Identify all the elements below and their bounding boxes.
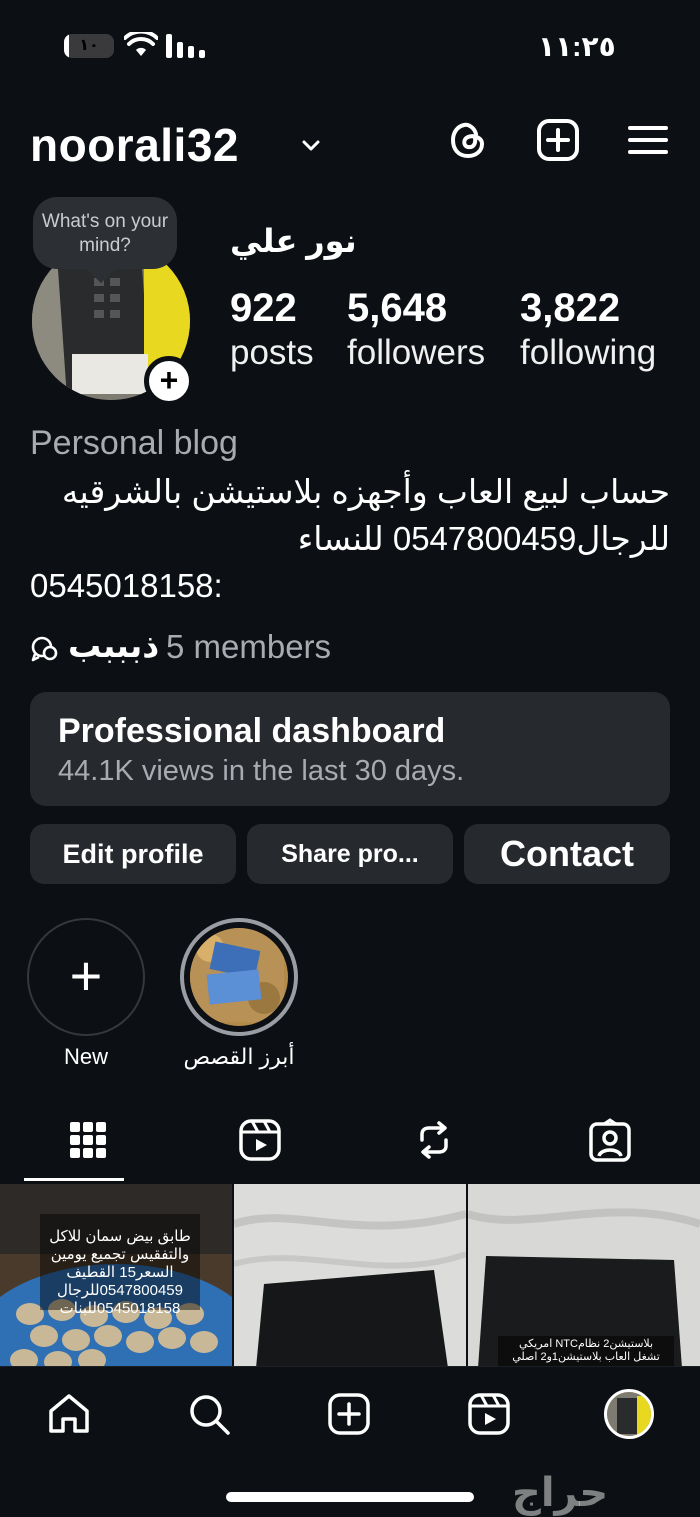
stat-following[interactable]: 3,822 following	[520, 286, 656, 376]
post-thumbnail[interactable]: بلاستيشن2 نظامNTC امريكي تشغل العاب بلاس…	[468, 1184, 700, 1368]
reels-icon[interactable]	[466, 1391, 512, 1437]
post-caption-overlay: بلاستيشن2 نظامNTC امريكي تشغل العاب بلاس…	[498, 1338, 674, 1364]
channel-chat-icon	[31, 636, 58, 662]
highlight-label: أبرز القصص	[183, 1044, 295, 1069]
active-tab-indicator	[24, 1178, 124, 1181]
display-name: نور علي	[230, 223, 357, 259]
overlay-line: بلاستيشن2 نظامNTC امريكي	[518, 1338, 654, 1350]
home-icon[interactable]	[46, 1391, 92, 1437]
stat-value: 3,822	[520, 286, 621, 330]
channel-name: ذبببب	[68, 627, 160, 664]
stat-followers[interactable]: 5,648 followers	[347, 286, 485, 376]
profile-tabs	[0, 1112, 700, 1184]
add-story-button[interactable]: +	[144, 356, 194, 406]
wifi-icon	[124, 32, 158, 56]
grid-icon[interactable]	[66, 1118, 110, 1162]
profile-tab-avatar[interactable]	[604, 1389, 654, 1439]
menu-icon[interactable]	[626, 118, 670, 162]
bio-line: 0545018158:	[30, 567, 223, 604]
overlay-line: تشغل العاب بلاستيشن1و2 اصلي	[512, 1351, 660, 1363]
reposts-icon[interactable]	[412, 1118, 456, 1162]
highlight-label: New	[63, 1044, 108, 1069]
stat-label: following	[520, 333, 657, 372]
overlay-line: طابق بيض سمان للاكل	[49, 1228, 191, 1245]
overlay-line: والتفقيس تجميع يومين	[50, 1246, 190, 1263]
tagged-icon[interactable]	[588, 1118, 632, 1162]
clock: ١١:٢٥	[538, 31, 616, 62]
status-bar: ١٠ ١١:٢٥	[0, 0, 700, 92]
watermark-logo: حراج	[512, 1471, 609, 1515]
stat-posts[interactable]: 922 posts	[230, 286, 314, 376]
bio-line: للرجال0547800459 للنساء	[297, 520, 670, 557]
signal-icon	[166, 34, 205, 58]
dashboard-subtitle: 44.1K views in the last 30 days.	[58, 755, 465, 787]
avatar-photo	[607, 1392, 651, 1436]
stat-value: 922	[230, 286, 297, 330]
bio-line: حساب لبيع العاب وأجهزه بلاستيشن بالشرقيه	[61, 473, 670, 510]
home-indicator[interactable]	[226, 1492, 474, 1502]
create-icon[interactable]	[326, 1391, 372, 1437]
profile-header: noorali32	[30, 112, 670, 176]
overlay-line: السعر15 القطيف	[66, 1264, 174, 1281]
new-highlight-button[interactable]: +	[27, 918, 145, 1036]
username[interactable]: noorali32	[30, 118, 239, 172]
dashboard-title: Professional dashboard	[58, 712, 446, 750]
threads-icon[interactable]	[446, 118, 490, 162]
highlight-image	[190, 928, 284, 1022]
post-thumbnail[interactable]: طابق بيض سمان للاكل والتفقيس تجميع يومين…	[0, 1184, 232, 1368]
bio: حساب لبيع العاب وأجهزه بلاستيشن بالشرقيه…	[30, 468, 670, 609]
battery-icon: ١٠	[64, 34, 114, 58]
post-thumbnail[interactable]	[234, 1184, 466, 1368]
overlay-line: 0547800459للرجال	[57, 1282, 183, 1299]
plus-icon: +	[159, 362, 179, 398]
edit-profile-button[interactable]: Edit profile	[30, 824, 236, 884]
chevron-down-icon[interactable]	[300, 134, 322, 156]
search-icon[interactable]	[186, 1391, 232, 1437]
stat-label: followers	[347, 333, 486, 372]
post-caption-overlay: طابق بيض سمان للاكل والتفقيس تجميع يومين…	[40, 1228, 200, 1318]
professional-dashboard[interactable]: Professional dashboard 44.1K views in th…	[30, 692, 670, 806]
share-profile-button[interactable]: Share pro...	[247, 824, 453, 884]
post-image	[234, 1184, 466, 1368]
category-label: Personal blog	[30, 424, 238, 462]
stat-value: 5,648	[347, 286, 448, 330]
contact-button[interactable]: Contact	[464, 824, 670, 884]
battery-percentage: ١٠	[79, 37, 99, 54]
overlay-line: 0545018158للبنات	[59, 1300, 181, 1317]
plus-square-icon[interactable]	[536, 118, 580, 162]
note-bubble[interactable]: What's on your mind?	[33, 197, 177, 269]
channel-members: 5 members	[166, 628, 332, 665]
reels-icon[interactable]	[238, 1118, 282, 1162]
highlight-story[interactable]	[180, 918, 298, 1036]
highlight-thumbnail	[190, 928, 288, 1026]
plus-icon: +	[69, 944, 103, 1007]
stat-label: posts	[230, 333, 314, 372]
